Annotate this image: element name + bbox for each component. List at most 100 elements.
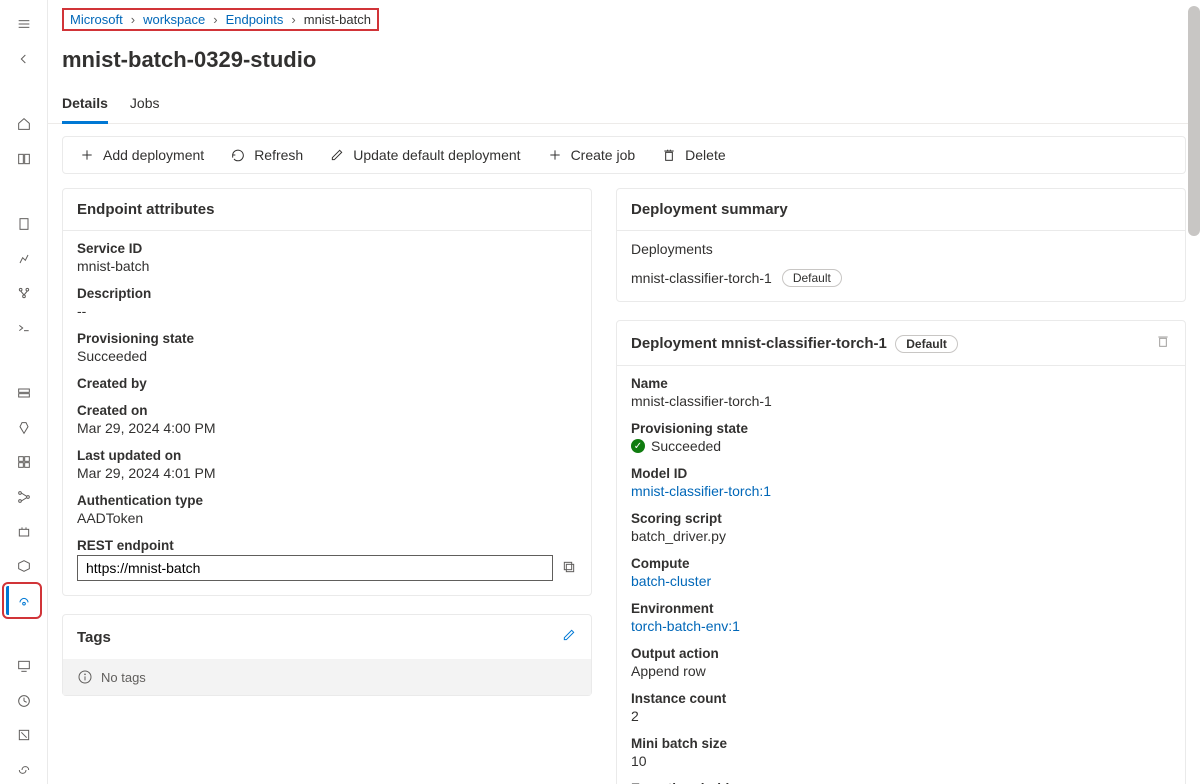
trash-icon [661,147,677,163]
auth-type-value: AADToken [77,510,577,526]
deployment-summary-title: Deployment summary [617,189,1185,231]
refresh-button[interactable]: Refresh [230,147,303,163]
deployment-detail-title: Deployment mnist-classifier-torch-1 Defa… [631,335,958,352]
plus-icon [79,147,95,163]
info-icon [77,669,93,685]
created-on-label: Created on [77,403,577,418]
last-updated-label: Last updated on [77,448,577,463]
endpoint-attributes-title: Endpoint attributes [63,189,591,231]
description-label: Description [77,286,577,301]
plus-icon [547,147,563,163]
mini-batch-value: 10 [631,753,1171,769]
model-id-label: Model ID [631,466,1171,481]
automl-icon[interactable] [8,245,40,274]
tabs: Details Jobs [48,87,1200,124]
toolbar: Add deployment Refresh Update default de… [62,136,1186,174]
tags-title: Tags [77,629,111,646]
compute-icon[interactable] [8,652,40,681]
deployments-label: Deployments [631,241,1171,257]
default-badge: Default [782,269,842,287]
no-tags-text: No tags [101,670,146,685]
compute-link[interactable]: batch-cluster [631,573,1171,589]
environment-link[interactable]: torch-batch-env:1 [631,618,1171,634]
components-icon[interactable] [8,448,40,477]
deployment-detail-card: Deployment mnist-classifier-torch-1 Defa… [616,320,1186,784]
auth-type-label: Authentication type [77,493,577,508]
mini-batch-label: Mini batch size [631,736,1171,751]
home-icon[interactable] [8,110,40,139]
last-updated-value: Mar 29, 2024 4:01 PM [77,465,577,481]
main-content: Microsoft › workspace › Endpoints › mnis… [48,0,1200,784]
compute-label: Compute [631,556,1171,571]
delete-deployment-icon[interactable] [1155,333,1171,353]
deployment-summary-card: Deployment summary Deployments mnist-cla… [616,188,1186,302]
linked-icon[interactable] [8,755,40,784]
service-id-value: mnist-batch [77,258,577,274]
tags-card: Tags No tags [62,614,592,696]
jobs-icon[interactable] [8,414,40,443]
instance-count-value: 2 [631,708,1171,724]
deploy-prov-value: Succeeded [651,438,721,454]
delete-label: Delete [685,147,725,163]
breadcrumb-microsoft[interactable]: Microsoft [70,12,123,27]
datalabeling-icon[interactable] [8,721,40,750]
output-action-label: Output action [631,646,1171,661]
breadcrumb-endpoints[interactable]: Endpoints [226,12,284,27]
created-on-value: Mar 29, 2024 4:00 PM [77,420,577,436]
tab-details[interactable]: Details [62,87,108,124]
update-default-label: Update default deployment [353,147,520,163]
deploy-name-label: Name [631,376,1171,391]
deploy-name-value: mnist-classifier-torch-1 [631,393,1171,409]
refresh-label: Refresh [254,147,303,163]
endpoints-icon[interactable] [6,586,38,615]
back-icon[interactable] [8,45,40,74]
refresh-icon [230,147,246,163]
rest-endpoint-input[interactable] [77,555,553,581]
pipelines-icon[interactable] [8,483,40,512]
deploy-prov-label: Provisioning state [631,421,1171,436]
copy-icon[interactable] [561,559,577,578]
create-job-label: Create job [571,147,636,163]
breadcrumb-workspace[interactable]: workspace [143,12,205,27]
data-icon[interactable] [8,379,40,408]
tab-jobs[interactable]: Jobs [130,87,160,123]
chevron-right-icon: › [291,12,295,27]
delete-button[interactable]: Delete [661,147,725,163]
add-deployment-label: Add deployment [103,147,204,163]
chevron-right-icon: › [213,12,217,27]
notebooks-icon[interactable] [8,210,40,239]
breadcrumb: Microsoft › workspace › Endpoints › mnis… [48,0,1200,39]
chevron-right-icon: › [131,12,135,27]
default-badge: Default [895,335,958,353]
check-icon: ✓ [631,439,645,453]
models-icon[interactable] [8,552,40,581]
service-id-label: Service ID [77,241,577,256]
breadcrumb-current: mnist-batch [304,12,371,27]
designer-icon[interactable] [8,279,40,308]
page-title: mnist-batch-0329-studio [48,39,1200,87]
rest-endpoint-label: REST endpoint [77,538,577,553]
update-default-button[interactable]: Update default deployment [329,147,520,163]
instance-count-label: Instance count [631,691,1171,706]
endpoint-attributes-card: Endpoint attributes Service ID mnist-batc… [62,188,592,596]
edit-icon [329,147,345,163]
created-by-label: Created by [77,376,577,391]
provisioning-state-label: Provisioning state [77,331,577,346]
edit-tags-icon[interactable] [561,627,577,647]
menu-icon[interactable] [8,10,40,39]
scrollbar[interactable] [1188,6,1200,778]
output-action-value: Append row [631,663,1171,679]
description-value: -- [77,303,577,319]
prompt-icon[interactable] [8,314,40,343]
scoring-value: batch_driver.py [631,528,1171,544]
add-deployment-button[interactable]: Add deployment [79,147,204,163]
environment-label: Environment [631,601,1171,616]
deployment-summary-name: mnist-classifier-torch-1 [631,270,772,286]
sidebar [0,0,48,784]
catalog-icon[interactable] [8,145,40,174]
model-id-link[interactable]: mnist-classifier-torch:1 [631,483,1171,499]
environments-icon[interactable] [8,517,40,546]
provisioning-state-value: Succeeded [77,348,577,364]
monitoring-icon[interactable] [8,686,40,715]
create-job-button[interactable]: Create job [547,147,636,163]
